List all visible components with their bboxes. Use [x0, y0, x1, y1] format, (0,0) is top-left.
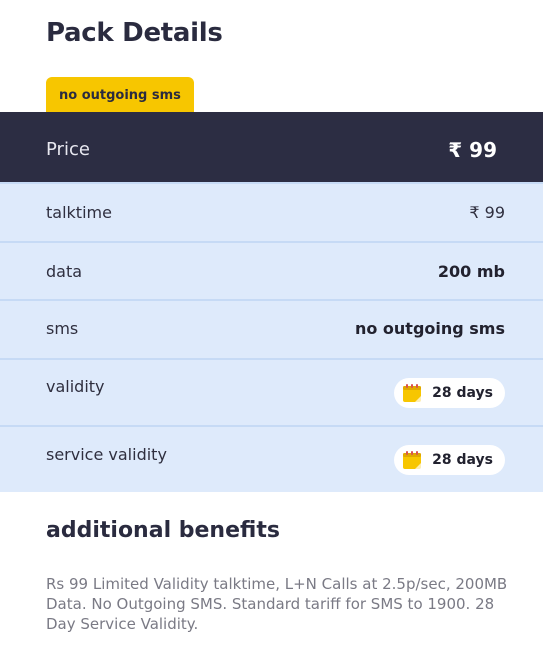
benefits-title: additional benefits: [46, 518, 280, 543]
price-value: ₹ 99: [448, 138, 497, 162]
row-service-validity: service validity 28 days: [0, 425, 543, 492]
pack-tag-badge: no outgoing sms: [46, 77, 194, 112]
validity-value: 28 days: [432, 385, 493, 401]
row-data: data 200 mb: [0, 241, 543, 299]
data-value: 200 mb: [437, 262, 505, 281]
calendar-icon: [403, 451, 422, 469]
service-validity-value: 28 days: [432, 452, 493, 468]
calendar-icon: [403, 384, 422, 402]
pack-details-table: talktime ₹ 99 data 200 mb sms no outgoin…: [0, 182, 543, 492]
price-bar: Price ₹ 99: [0, 112, 543, 182]
service-validity-pill: 28 days: [394, 445, 505, 475]
talktime-label: talktime: [46, 203, 112, 222]
row-sms: sms no outgoing sms: [0, 299, 543, 358]
validity-label: validity: [46, 377, 105, 396]
talktime-value: ₹ 99: [469, 203, 505, 222]
row-talktime: talktime ₹ 99: [0, 182, 543, 241]
benefits-text: Rs 99 Limited Validity talktime, L+N Cal…: [46, 575, 508, 633]
price-label: Price: [46, 139, 90, 160]
service-validity-label: service validity: [46, 445, 167, 464]
validity-pill: 28 days: [394, 378, 505, 408]
page-title: Pack Details: [46, 18, 223, 48]
row-validity: validity 28 days: [0, 358, 543, 425]
sms-label: sms: [46, 319, 79, 338]
pack-details-page: Pack Details no outgoing sms Price ₹ 99 …: [0, 0, 543, 657]
data-label: data: [46, 262, 83, 281]
sms-value: no outgoing sms: [354, 319, 505, 338]
